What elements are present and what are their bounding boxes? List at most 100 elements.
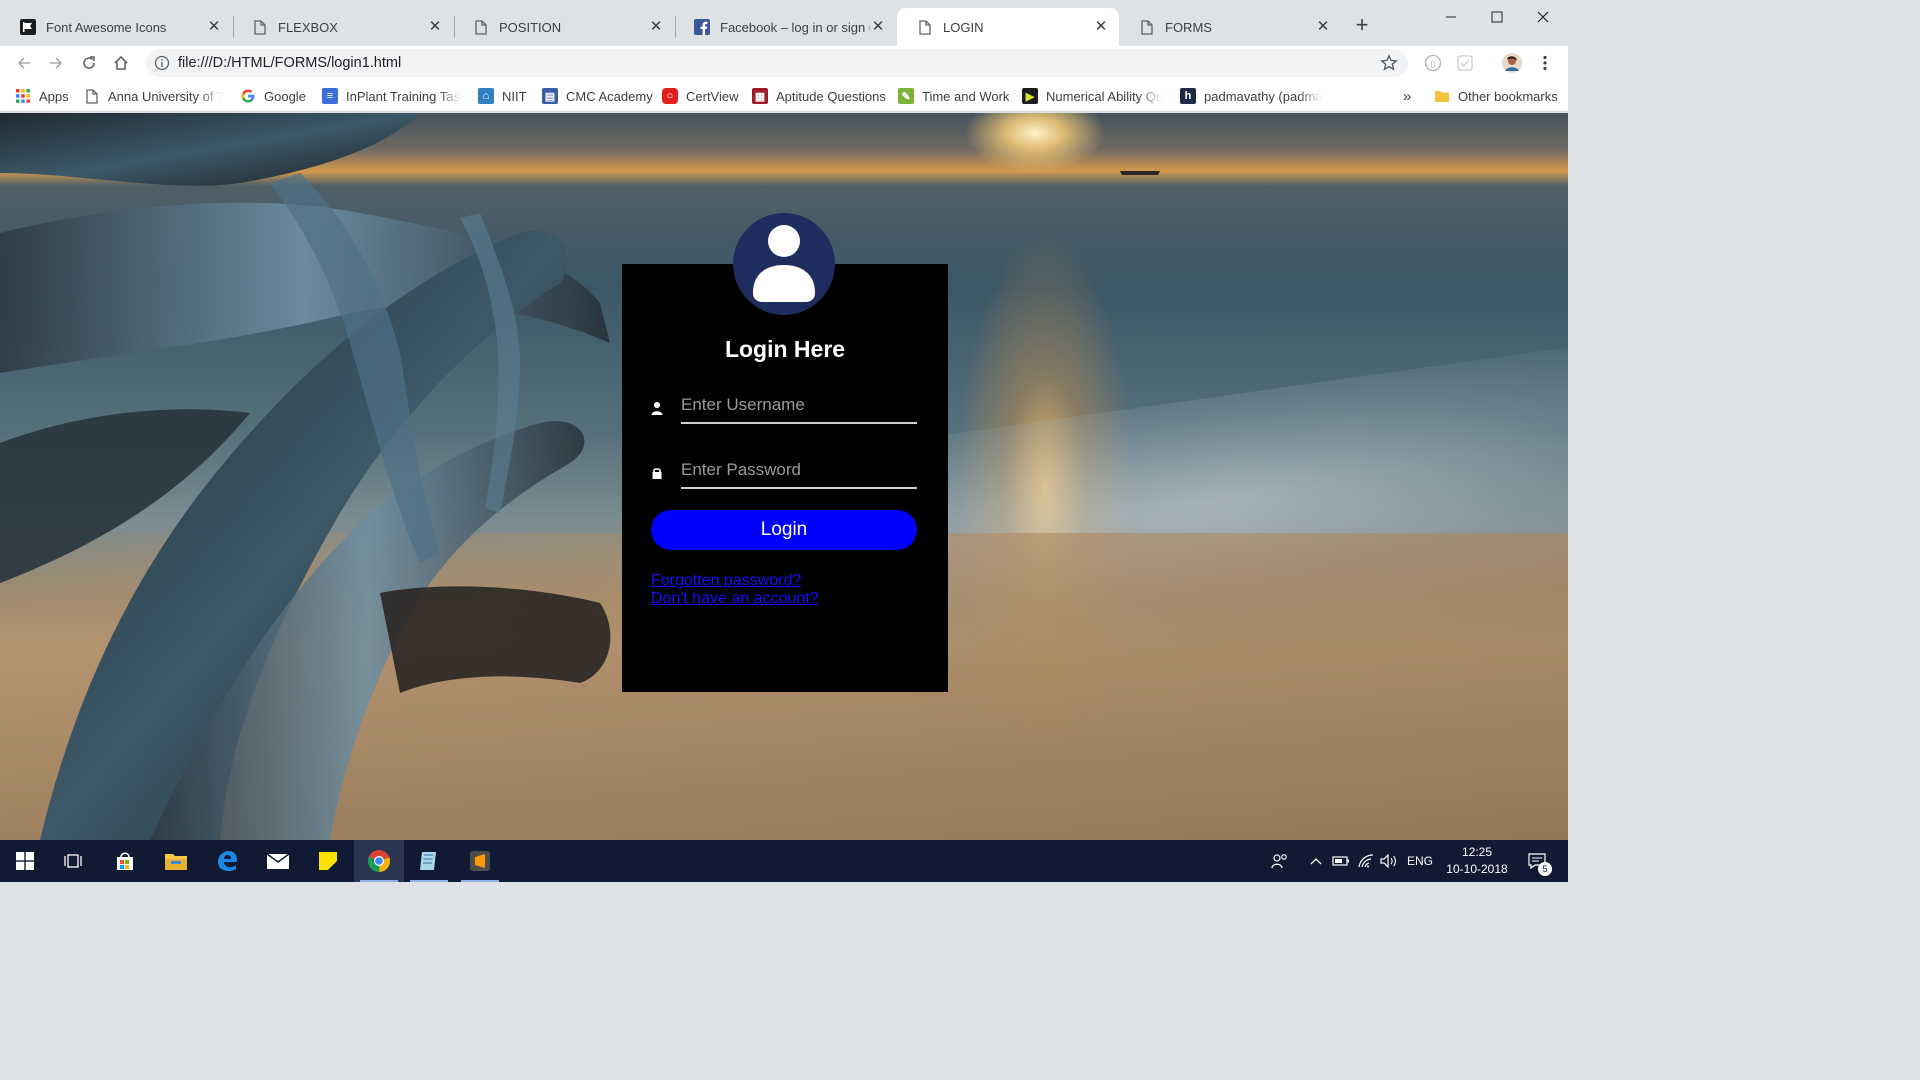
numerical-icon: ▶ (1022, 88, 1038, 104)
tab-title: FLEXBOX (278, 19, 338, 35)
facebook-favicon-icon (694, 19, 710, 35)
address-bar[interactable]: file:///D:/HTML/FORMS/login1.html (146, 49, 1408, 77)
sticky-notes-taskbar-button[interactable] (303, 840, 353, 882)
password-input[interactable] (681, 453, 917, 489)
tab-facebook[interactable]: Facebook – log in or sign up ✕ (674, 8, 896, 46)
taskbar-clock[interactable]: 12:25 10-10-2018 (1438, 844, 1516, 878)
app-taskbar-button[interactable] (404, 840, 454, 882)
tab-font-awesome-icons[interactable]: Font Awesome Icons ✕ (0, 8, 232, 46)
new-tab-button[interactable]: + (1350, 14, 1374, 38)
people-icon[interactable] (1268, 840, 1292, 882)
file-explorer-taskbar-button[interactable] (151, 840, 201, 882)
bookmark-apps[interactable]: Apps (15, 86, 69, 106)
clock-time: 12:25 (1461, 845, 1493, 859)
bookmark-certview[interactable]: ○ CertView (662, 86, 739, 106)
notebook-app-icon (420, 852, 436, 870)
login-button[interactable]: Login (651, 510, 917, 550)
bookmark-anna-university[interactable]: Anna University of Te (84, 86, 222, 106)
menu-kebab-icon[interactable] (1535, 53, 1555, 73)
browser-toolbar: file:///D:/HTML/FORMS/login1.html () (0, 46, 1568, 80)
close-window-button[interactable] (1520, 4, 1566, 30)
home-button[interactable] (109, 51, 133, 75)
lock-icon (650, 466, 664, 480)
niit-icon: ⌂ (478, 88, 494, 104)
reload-button[interactable] (77, 51, 101, 75)
username-input[interactable] (681, 388, 917, 424)
certview-icon: ○ (662, 88, 678, 104)
folder-icon (1434, 88, 1450, 104)
close-tab-icon[interactable]: ✕ (1093, 19, 1109, 35)
password-field (650, 453, 918, 493)
task-view-button[interactable] (48, 840, 98, 882)
windows-logo-icon (16, 852, 34, 870)
volume-icon[interactable] (1378, 840, 1400, 882)
info-icon[interactable] (154, 55, 170, 71)
close-tab-icon[interactable]: ✕ (870, 19, 886, 35)
login-title: Login Here (724, 336, 846, 362)
aptitude-icon: ▦ (752, 88, 768, 104)
bookmark-label: Time and Work (922, 88, 1010, 104)
tab-title: FORMS (1165, 19, 1212, 35)
bookmarks-bar: Apps Anna University of Te Google ≡ InPl… (0, 80, 1568, 112)
input-language-indicator[interactable]: ENG (1404, 840, 1436, 882)
bookmark-inplant-training[interactable]: ≡ InPlant Training Tasks (322, 86, 462, 106)
tab-login-active[interactable]: LOGIN ✕ (897, 8, 1119, 46)
close-tab-icon[interactable]: ✕ (1315, 19, 1331, 35)
bookmark-label: Aptitude Questions (776, 88, 886, 104)
user-icon (650, 401, 664, 415)
extension-icon-2[interactable] (1455, 53, 1475, 73)
forward-button[interactable] (44, 51, 68, 75)
chrome-taskbar-button[interactable] (354, 840, 404, 882)
bookmark-aptitude-questions[interactable]: ▦ Aptitude Questions (752, 86, 886, 106)
bookmarks-overflow-button[interactable]: » (1403, 86, 1411, 106)
bookmark-cmc-academy[interactable]: ▤ CMC Academy (542, 86, 653, 106)
bookmark-label: NIIT (502, 88, 527, 104)
close-tab-icon[interactable]: ✕ (427, 19, 443, 35)
url-text[interactable]: file:///D:/HTML/FORMS/login1.html (178, 55, 401, 71)
signup-link[interactable]: Don't have an account? (651, 590, 819, 608)
bookmark-label: Other bookmarks (1458, 88, 1558, 104)
start-button[interactable] (0, 840, 50, 882)
maximize-button[interactable] (1474, 4, 1520, 30)
page-icon (1139, 19, 1155, 35)
minimize-button[interactable] (1428, 4, 1474, 30)
time-work-icon: ✎ (898, 88, 914, 104)
extension-icon[interactable]: () (1423, 53, 1443, 73)
edge-taskbar-button[interactable] (202, 840, 252, 882)
bookmark-star-icon[interactable] (1380, 54, 1398, 75)
bookmark-google[interactable]: Google (240, 86, 306, 106)
bookmark-time-and-work[interactable]: ✎ Time and Work (898, 86, 1009, 106)
login-form: Login Here Login Forgotten password? Don… (622, 264, 948, 692)
bookmark-label: Numerical Ability Qu (1046, 88, 1162, 104)
mail-taskbar-button[interactable] (253, 840, 303, 882)
bookmark-numerical-ability[interactable]: ▶ Numerical Ability Qu (1022, 86, 1162, 106)
username-field (650, 388, 918, 428)
svg-text:(): () (1430, 60, 1436, 69)
profile-avatar[interactable] (1502, 53, 1522, 73)
browser-tab-strip: Font Awesome Icons ✕ FLEXBOX ✕ POSITION … (0, 0, 1568, 46)
tab-flexbox[interactable]: FLEXBOX ✕ (232, 8, 453, 46)
sublime-text-taskbar-button[interactable] (455, 840, 505, 882)
page-icon (917, 19, 933, 35)
tab-forms[interactable]: FORMS ✕ (1119, 8, 1341, 46)
close-tab-icon[interactable]: ✕ (648, 19, 664, 35)
page-icon (473, 19, 489, 35)
tab-position[interactable]: POSITION ✕ (453, 8, 674, 46)
close-tab-icon[interactable]: ✕ (206, 19, 222, 35)
back-button[interactable] (12, 51, 36, 75)
clock-date: 10-10-2018 (1446, 862, 1508, 876)
action-center-button[interactable] (1522, 840, 1552, 882)
folder-icon (165, 854, 187, 870)
battery-icon[interactable] (1330, 840, 1352, 882)
wifi-icon[interactable] (1355, 840, 1377, 882)
other-bookmarks-folder[interactable]: Other bookmarks (1434, 86, 1558, 106)
user-avatar-icon (753, 225, 815, 302)
bookmark-label: CMC Academy (566, 88, 653, 104)
page-icon (84, 88, 100, 104)
bookmark-niit[interactable]: ⌂ NIIT (478, 86, 527, 106)
forgot-password-link[interactable]: Forgotten password? (651, 572, 801, 590)
bookmark-padmavathy[interactable]: h padmavathy (padma (1180, 86, 1322, 106)
tab-title: Facebook – log in or sign up (720, 19, 870, 35)
store-taskbar-button[interactable] (100, 840, 150, 882)
show-hidden-icons-chevron-icon[interactable] (1306, 840, 1326, 882)
